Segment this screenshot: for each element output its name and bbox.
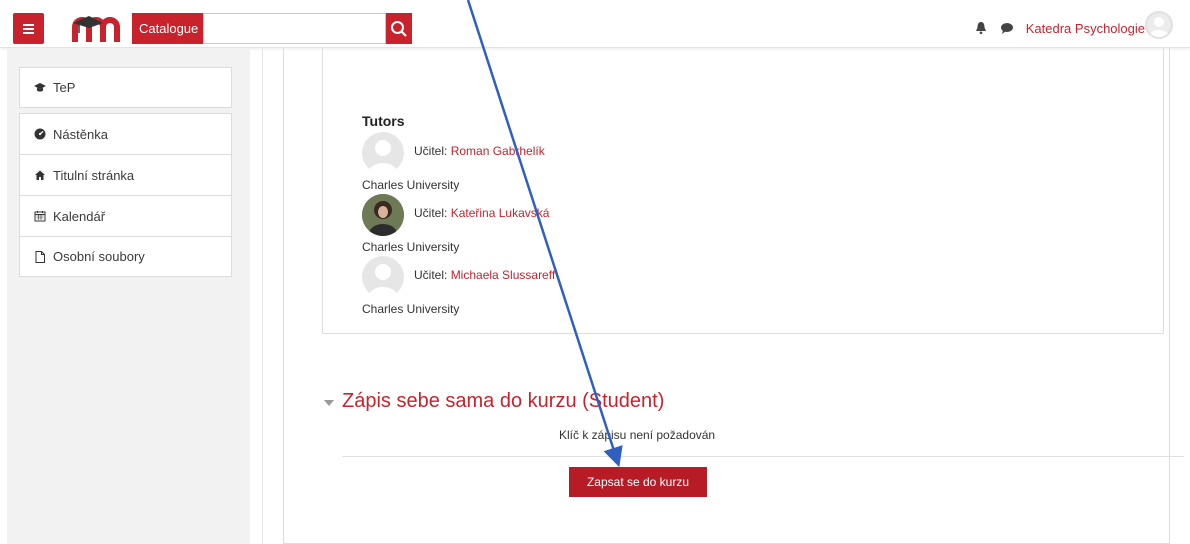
enrol-section-title: Zápis sebe sama do kurzu (Student): [342, 390, 665, 412]
messages-icon[interactable]: [1000, 21, 1014, 35]
tutor-organization: Charles University: [362, 240, 460, 254]
tutor-avatar[interactable]: [362, 132, 404, 174]
sidebar-item-label: TeP: [53, 80, 76, 95]
tutors-heading: Tutors: [362, 113, 405, 129]
sidebar-item-label: Osobní soubory: [53, 249, 145, 264]
avatar-placeholder-icon: [368, 140, 398, 174]
menu-toggle-button[interactable]: [13, 13, 44, 44]
user-menu-name[interactable]: Katedra Psychologie: [1026, 21, 1145, 36]
top-navbar: Catalogue Katedra Psychologie: [0, 0, 1190, 48]
no-key-required-text: Klíč k zápisu není požadován: [559, 428, 716, 442]
tutor-organization: Charles University: [362, 178, 460, 192]
dashboard-icon: [34, 128, 46, 140]
file-icon: [35, 250, 45, 263]
tutor-avatar[interactable]: [362, 194, 404, 236]
tutor-name-link[interactable]: Kateřina Lukavská: [451, 206, 550, 220]
home-icon: [35, 170, 45, 180]
tutor-role: Učitel: Michaela Slussareff: [414, 268, 555, 282]
search-input[interactable]: [203, 13, 386, 44]
enrol-section-toggle[interactable]: Zápis sebe sama do kurzu (Student): [324, 390, 664, 413]
sidebar-item-home[interactable]: Titulní stránka: [19, 154, 232, 195]
graduation-cap-icon: [34, 82, 46, 92]
sidebar-item-private-files[interactable]: Osobní soubory: [19, 236, 232, 277]
sidebar-item-label: Titulní stránka: [53, 167, 135, 183]
avatar-placeholder-icon: [368, 264, 398, 298]
moodle-logo[interactable]: [71, 13, 121, 44]
search-icon: [391, 20, 407, 37]
sidebar-item-calendar[interactable]: Kalendář: [19, 195, 232, 236]
tutor-item: Učitel: Kateřina Lukavská Charles Univer…: [362, 194, 762, 256]
notification-bell-icon[interactable]: [974, 21, 988, 35]
tutor-photo: [362, 194, 404, 236]
sidebar-item-label: Nástěnka: [53, 126, 108, 142]
tutor-item: Učitel: Michaela Slussareff Charles Univ…: [362, 256, 762, 318]
search-category-label: Catalogue: [132, 13, 203, 44]
main-content: Tutors Učitel: Roman Gabrhelík Charles U…: [262, 48, 1190, 544]
tutor-role: Učitel: Roman Gabrhelík: [414, 144, 545, 158]
search-button[interactable]: [386, 13, 412, 44]
left-sidebar: TeP Nástěnka Titulní stránka Kalendář Os…: [7, 48, 250, 544]
tutor-name-link[interactable]: Roman Gabrhelík: [451, 144, 545, 158]
sidebar-item-tep[interactable]: TeP: [19, 67, 232, 108]
tutor-avatar[interactable]: [362, 256, 404, 298]
tutor-role-label: Učitel:: [414, 268, 451, 282]
tutor-role-label: Učitel:: [414, 206, 451, 220]
avatar-placeholder-icon: [1149, 17, 1169, 37]
tutor-item: Učitel: Roman Gabrhelík Charles Universi…: [362, 132, 762, 194]
tutor-role: Učitel: Kateřina Lukavská: [414, 206, 549, 220]
course-info-box: Tutors Učitel: Roman Gabrhelík Charles U…: [283, 48, 1184, 544]
sidebar-item-label: Kalendář: [53, 208, 106, 224]
sidebar-item-dashboard[interactable]: Nástěnka: [19, 113, 232, 154]
tutor-role-label: Učitel:: [414, 144, 451, 158]
calendar-icon: [34, 211, 46, 222]
hamburger-icon: [23, 27, 34, 30]
user-avatar[interactable]: [1145, 11, 1173, 39]
tutor-name-link[interactable]: Michaela Slussareff: [451, 268, 556, 282]
enrol-me-button[interactable]: Zapsat se do kurzu: [569, 467, 707, 497]
collapse-caret-icon: [324, 399, 334, 406]
divider: [342, 456, 1184, 457]
tutor-organization: Charles University: [362, 302, 460, 316]
